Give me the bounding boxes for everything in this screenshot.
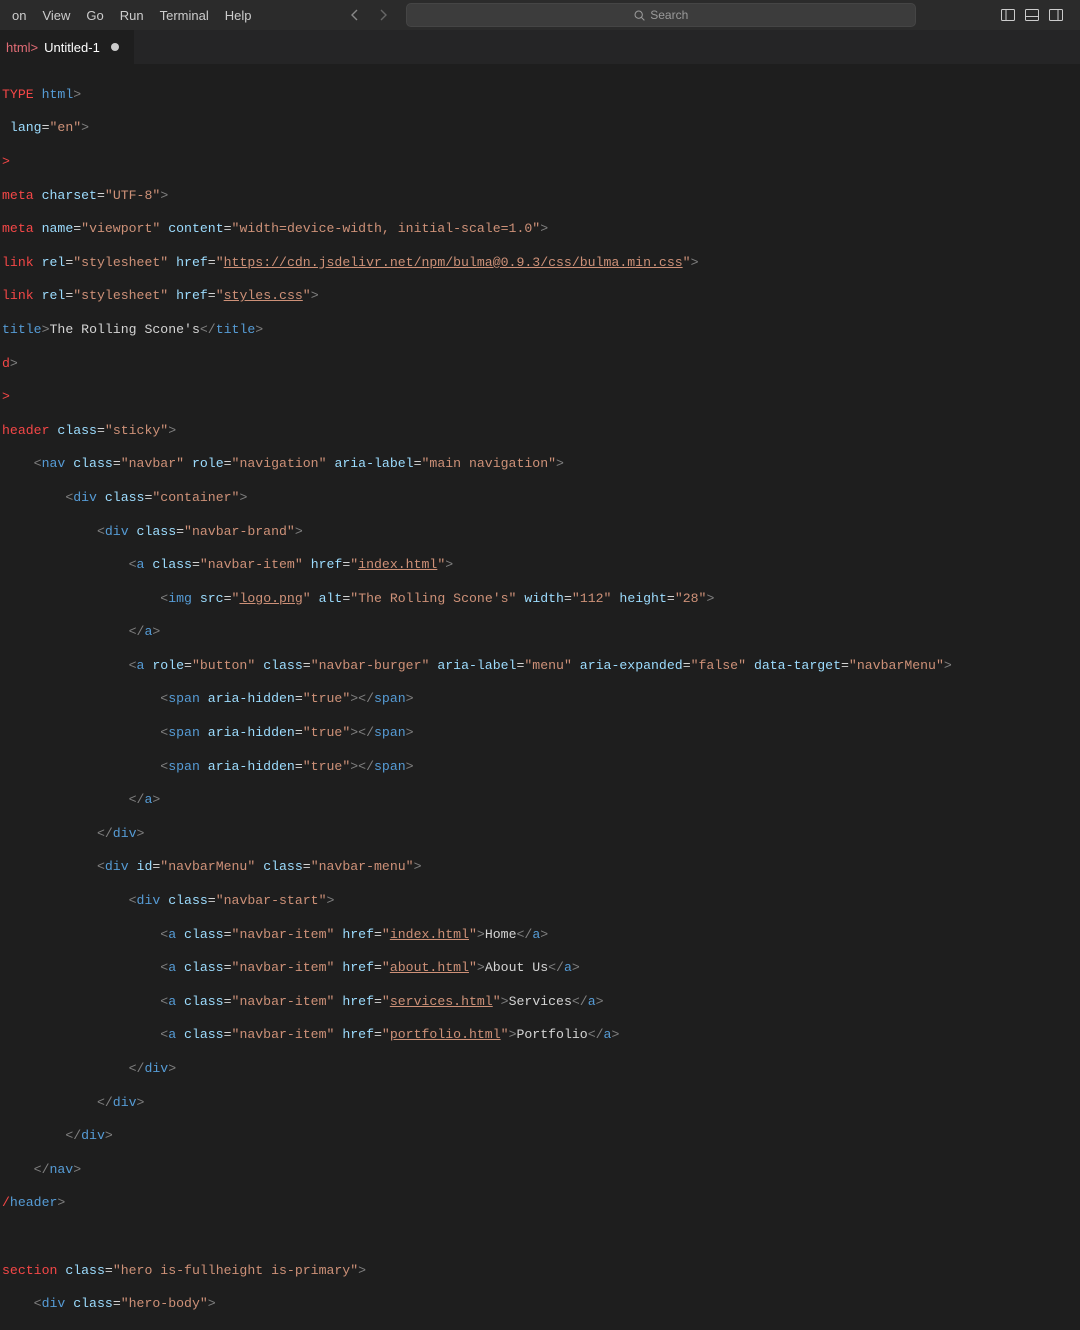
code-editor[interactable]: TYPE html> lang="en"> > meta charset="UT… xyxy=(0,64,1080,1330)
code-line: header class="sticky"> xyxy=(0,423,1080,440)
code-line: link rel="stylesheet" href="styles.css"> xyxy=(0,288,1080,305)
menu-selection[interactable]: on xyxy=(4,0,34,30)
code-line: <span aria-hidden="true"></span> xyxy=(0,691,1080,708)
panel-bottom-icon[interactable] xyxy=(1024,7,1040,23)
tab-untitled[interactable]: html> Untitled-1 xyxy=(0,30,134,64)
code-line: <a class="navbar-item" href="index.html"… xyxy=(0,557,1080,574)
code-line: title>The Rolling Scone's</title> xyxy=(0,322,1080,339)
tabbar: html> Untitled-1 xyxy=(0,30,1080,64)
code-line: <div class="hero-body"> xyxy=(0,1296,1080,1313)
nav-back-icon[interactable] xyxy=(344,4,366,26)
code-line: <a class="navbar-item" href="portfolio.h… xyxy=(0,1027,1080,1044)
code-line: <a class="navbar-item" href="services.ht… xyxy=(0,994,1080,1011)
code-line: <span aria-hidden="true"></span> xyxy=(0,759,1080,776)
code-line: TYPE html> xyxy=(0,87,1080,104)
panel-left-icon[interactable] xyxy=(1000,7,1016,23)
code-line: section class="hero is-fullheight is-pri… xyxy=(0,1263,1080,1280)
code-line xyxy=(0,1229,1080,1246)
panel-right-icon[interactable] xyxy=(1048,7,1064,23)
code-line: /header> xyxy=(0,1195,1080,1212)
code-line: </a> xyxy=(0,624,1080,641)
code-line: d> xyxy=(0,356,1080,373)
code-line: <nav class="navbar" role="navigation" ar… xyxy=(0,456,1080,473)
code-line: </div> xyxy=(0,826,1080,843)
code-line: <span aria-hidden="true"></span> xyxy=(0,725,1080,742)
code-line: <a class="navbar-item" href="about.html"… xyxy=(0,960,1080,977)
code-line: </nav> xyxy=(0,1162,1080,1179)
search-icon xyxy=(633,9,646,22)
code-line: > xyxy=(0,389,1080,406)
code-line: </div> xyxy=(0,1128,1080,1145)
code-line: </div> xyxy=(0,1095,1080,1112)
code-line: link rel="stylesheet" href="https://cdn.… xyxy=(0,255,1080,272)
menu-help[interactable]: Help xyxy=(217,0,260,30)
nav-forward-icon[interactable] xyxy=(372,4,394,26)
menu-terminal[interactable]: Terminal xyxy=(152,0,217,30)
search-input[interactable]: Search xyxy=(406,3,916,27)
code-line: meta charset="UTF-8"> xyxy=(0,188,1080,205)
code-line: <a class="navbar-item" href="index.html"… xyxy=(0,927,1080,944)
menu-go[interactable]: Go xyxy=(78,0,111,30)
code-line: <img src="logo.png" alt="The Rolling Sco… xyxy=(0,591,1080,608)
tab-filetype: html> xyxy=(6,40,38,55)
code-line: lang="en"> xyxy=(0,120,1080,137)
menu-view[interactable]: View xyxy=(34,0,78,30)
search-placeholder: Search xyxy=(650,8,688,22)
dirty-indicator-icon xyxy=(111,43,119,51)
code-line: meta name="viewport" content="width=devi… xyxy=(0,221,1080,238)
menu-run[interactable]: Run xyxy=(112,0,152,30)
code-line: <div class="container"> xyxy=(0,490,1080,507)
code-line: <div class="navbar-start"> xyxy=(0,893,1080,910)
code-line: > xyxy=(0,154,1080,171)
code-line: <a role="button" class="navbar-burger" a… xyxy=(0,658,1080,675)
menubar: on View Go Run Terminal Help Search xyxy=(0,0,1080,30)
code-line: </a> xyxy=(0,792,1080,809)
tab-filename: Untitled-1 xyxy=(44,40,100,55)
code-line: </div> xyxy=(0,1061,1080,1078)
code-line: <div class="navbar-brand"> xyxy=(0,524,1080,541)
code-line: <div id="navbarMenu" class="navbar-menu"… xyxy=(0,859,1080,876)
